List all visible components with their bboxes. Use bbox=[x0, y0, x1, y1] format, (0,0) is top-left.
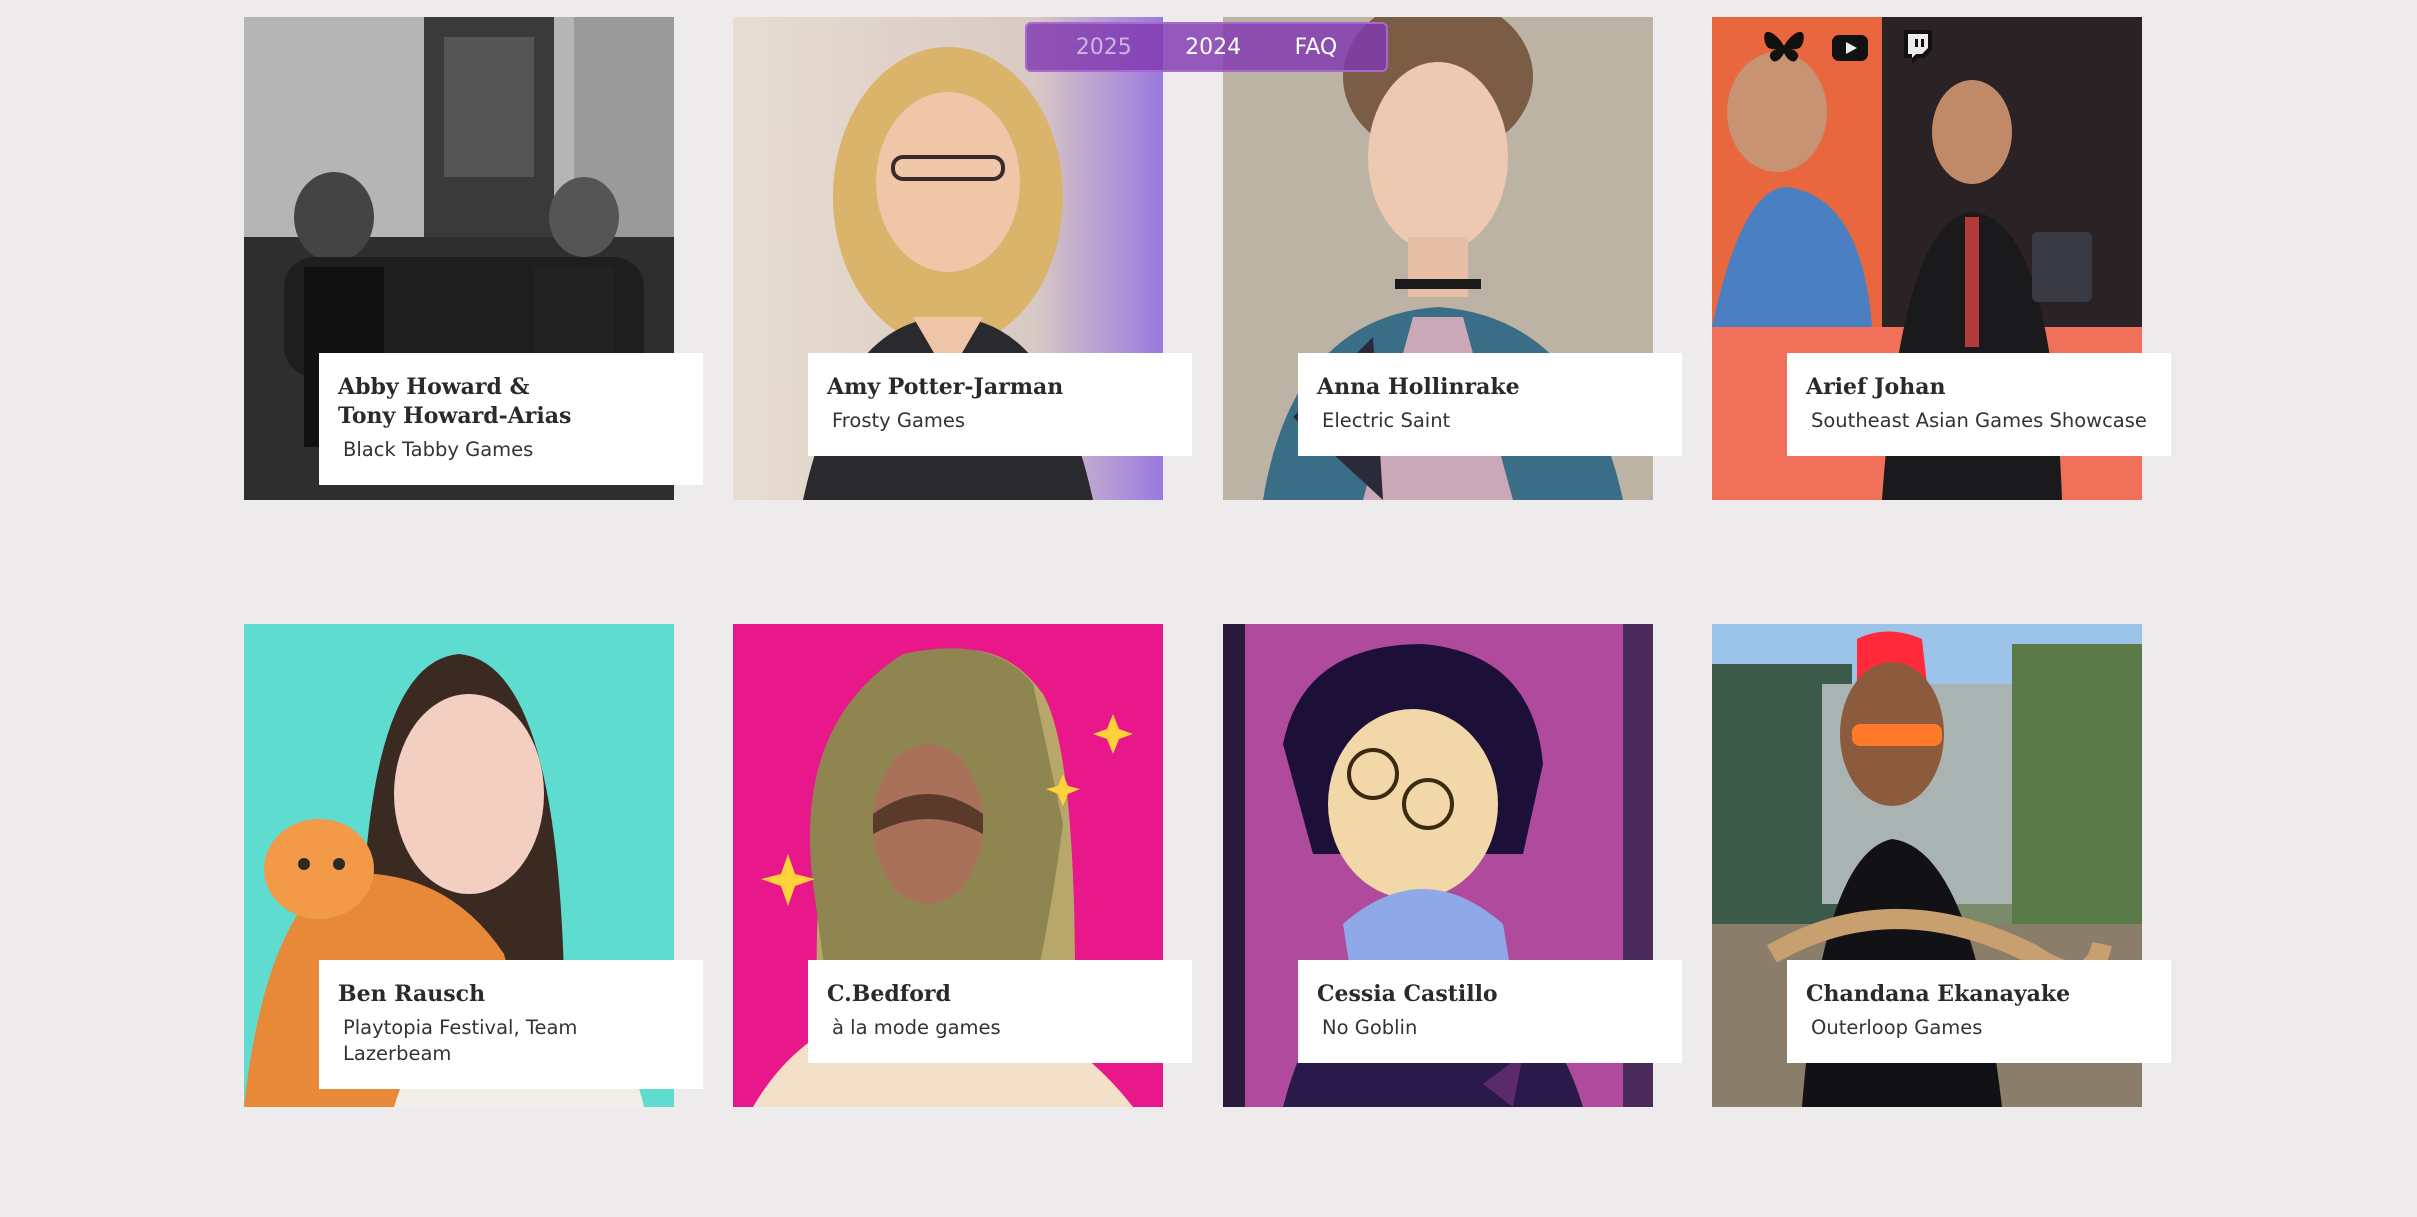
speaker-card[interactable]: Amy Potter-Jarman Frosty Games bbox=[733, 17, 1192, 500]
speaker-name: Anna Hollinrake bbox=[1317, 374, 1520, 400]
speaker-caption: Abby Howard & Tony Howard-Arias Black Ta… bbox=[319, 353, 703, 485]
speakers-page: Abby Howard & Tony Howard-Arias Black Ta… bbox=[0, 0, 2417, 1217]
speaker-caption: Cessia Castillo No Goblin bbox=[1298, 960, 1682, 1063]
twitch-icon[interactable] bbox=[1894, 26, 1938, 70]
speaker-company: Electric Saint bbox=[1322, 409, 1451, 432]
youtube-icon[interactable] bbox=[1828, 26, 1872, 70]
nav-item-2024[interactable]: 2024 bbox=[1185, 35, 1241, 60]
speaker-caption: Chandana Ekanayake Outerloop Games bbox=[1787, 960, 2171, 1063]
speaker-name: Amy Potter-Jarman bbox=[827, 374, 1064, 400]
speaker-name: Abby Howard & Tony Howard-Arias bbox=[338, 374, 572, 429]
speaker-caption: Arief Johan Southeast Asian Games Showca… bbox=[1787, 353, 2171, 456]
speaker-company: Black Tabby Games bbox=[343, 438, 534, 461]
speaker-company: No Goblin bbox=[1322, 1016, 1418, 1039]
speaker-name: Ben Rausch bbox=[338, 981, 486, 1007]
speaker-card[interactable]: Chandana Ekanayake Outerloop Games bbox=[1712, 624, 2171, 1107]
year-navigation: 2025 2024 FAQ bbox=[1025, 22, 1388, 72]
speaker-caption: Ben Rausch Playtopia Festival, Team Laze… bbox=[319, 960, 703, 1089]
nav-item-faq[interactable]: FAQ bbox=[1295, 35, 1338, 60]
speaker-caption: Amy Potter-Jarman Frosty Games bbox=[808, 353, 1192, 456]
speaker-name: Cessia Castillo bbox=[1317, 981, 1498, 1007]
speaker-name: Chandana Ekanayake bbox=[1806, 981, 2071, 1007]
speaker-company: Outerloop Games bbox=[1811, 1016, 1983, 1039]
social-links bbox=[1762, 26, 1938, 70]
speaker-card[interactable]: C.Bedford à la mode games bbox=[733, 624, 1192, 1107]
speaker-company: Playtopia Festival, Team Lazerbeam bbox=[343, 1016, 578, 1065]
speaker-company: Southeast Asian Games Showcase bbox=[1811, 409, 2147, 432]
speaker-name: Arief Johan bbox=[1806, 374, 1946, 400]
speaker-card[interactable]: Arief Johan Southeast Asian Games Showca… bbox=[1712, 17, 2171, 500]
speaker-company: Frosty Games bbox=[832, 409, 966, 432]
speaker-name: C.Bedford bbox=[827, 981, 951, 1007]
speaker-card[interactable]: Anna Hollinrake Electric Saint bbox=[1223, 17, 1682, 500]
speaker-company: à la mode games bbox=[832, 1016, 1001, 1039]
speaker-card[interactable]: Ben Rausch Playtopia Festival, Team Laze… bbox=[244, 624, 703, 1107]
speaker-caption: C.Bedford à la mode games bbox=[808, 960, 1192, 1063]
speaker-caption: Anna Hollinrake Electric Saint bbox=[1298, 353, 1682, 456]
speaker-card[interactable]: Cessia Castillo No Goblin bbox=[1223, 624, 1682, 1107]
bluesky-icon[interactable] bbox=[1762, 26, 1806, 70]
nav-item-2025[interactable]: 2025 bbox=[1076, 35, 1132, 60]
speaker-card[interactable]: Abby Howard & Tony Howard-Arias Black Ta… bbox=[244, 17, 703, 500]
